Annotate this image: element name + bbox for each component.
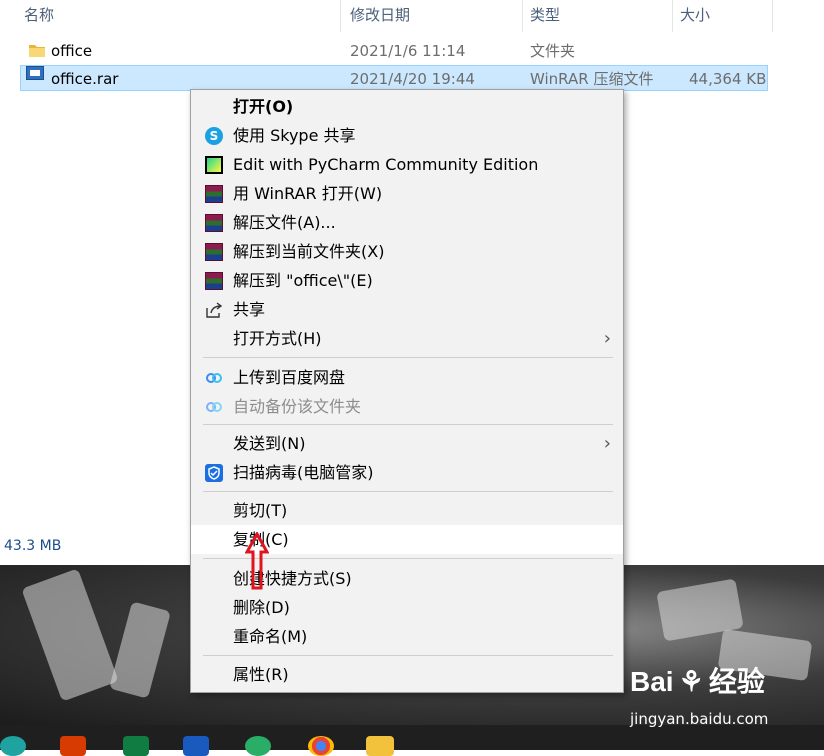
- menu-item-skype-share[interactable]: S 使用 Skype 共享: [191, 121, 623, 150]
- file-modified: 2021/1/6 11:14: [350, 42, 466, 60]
- menu-item-label: 解压文件(A)...: [233, 213, 336, 232]
- chevron-right-icon: ›: [603, 433, 611, 454]
- chevron-right-icon: ›: [603, 328, 611, 349]
- file-name: office: [51, 42, 93, 60]
- chrome-icon[interactable]: [308, 736, 334, 756]
- watermark-brand-2: 经验: [708, 666, 765, 697]
- rar-file-icon: [26, 66, 44, 80]
- menu-item-label: 打开方式(H): [233, 329, 322, 348]
- menu-item-upload-baidu[interactable]: 上传到百度网盘: [191, 363, 623, 392]
- menu-item-label: 用 WinRAR 打开(W): [233, 184, 383, 203]
- file-type: 文件夹: [530, 42, 576, 60]
- winrar-icon: [205, 214, 223, 232]
- menu-item-label: 解压到 "office\"(E): [233, 271, 373, 290]
- menu-item-open-with[interactable]: 打开方式(H) ›: [191, 324, 623, 353]
- menu-item-label: 解压到当前文件夹(X): [233, 242, 385, 261]
- skype-icon: S: [205, 127, 223, 145]
- file-size: 44,364 KB: [689, 70, 767, 88]
- menu-item-share[interactable]: 共享: [191, 295, 623, 324]
- menu-separator: [203, 655, 613, 656]
- shield-icon: [205, 464, 223, 482]
- menu-item-label: 使用 Skype 共享: [233, 126, 356, 145]
- column-modified[interactable]: 修改日期: [350, 0, 410, 30]
- red-up-arrow-icon: [245, 532, 269, 590]
- pycharm-icon: [205, 156, 223, 174]
- menu-item-open[interactable]: 打开(O): [191, 92, 623, 121]
- wechat-icon[interactable]: [245, 736, 271, 756]
- menu-item-cut[interactable]: 剪切(T): [191, 496, 623, 525]
- winrar-icon: [205, 185, 223, 203]
- folder-icon: [29, 45, 45, 57]
- file-row-office-folder[interactable]: office 2021/1/6 11:14 文件夹: [20, 38, 768, 64]
- menu-item-winrar-open[interactable]: 用 WinRAR 打开(W): [191, 179, 623, 208]
- menu-item-label: 属性(R): [233, 665, 289, 684]
- menu-item-delete[interactable]: 删除(D): [191, 593, 623, 622]
- office-icon[interactable]: [60, 736, 86, 756]
- menu-item-label: 重命名(M): [233, 627, 308, 646]
- menu-separator: [203, 424, 613, 425]
- menu-item-label: 打开(O): [233, 97, 294, 116]
- column-size[interactable]: 大小: [680, 0, 710, 30]
- menu-item-label: Edit with PyCharm Community Edition: [233, 155, 539, 174]
- menu-item-properties[interactable]: 属性(R): [191, 660, 623, 689]
- baidu-netdisk-icon: [206, 402, 222, 412]
- share-icon: [206, 302, 223, 318]
- column-name[interactable]: 名称: [24, 0, 54, 30]
- menu-item-extract-here[interactable]: 解压到当前文件夹(X): [191, 237, 623, 266]
- file-name: office.rar: [51, 70, 119, 88]
- watermark-brand: Bai: [630, 666, 674, 697]
- menu-item-label: 发送到(N): [233, 434, 306, 453]
- menu-item-label: 扫描病毒(电脑管家): [233, 463, 374, 482]
- context-menu: 打开(O) S 使用 Skype 共享 Edit with PyCharm Co…: [190, 89, 624, 693]
- column-header: 名称 修改日期 类型 大小: [0, 0, 824, 32]
- column-type[interactable]: 类型: [530, 0, 560, 30]
- baidu-netdisk-icon: [206, 373, 222, 383]
- menu-item-pycharm[interactable]: Edit with PyCharm Community Edition: [191, 150, 623, 179]
- menu-separator: [203, 357, 613, 358]
- menu-item-label: 共享: [233, 300, 266, 319]
- status-selection-size: 43.3 MB: [4, 538, 62, 554]
- file-explorer-taskbar-icon[interactable]: [366, 736, 394, 756]
- edge-icon[interactable]: [0, 736, 26, 756]
- menu-item-label: 上传到百度网盘: [233, 368, 346, 387]
- paw-icon: ⚘: [678, 666, 704, 697]
- menu-item-label: 删除(D): [233, 598, 290, 617]
- menu-separator: [203, 491, 613, 492]
- menu-item-extract-files[interactable]: 解压文件(A)...: [191, 208, 623, 237]
- column-divider[interactable]: [772, 0, 773, 32]
- winrar-icon: [205, 272, 223, 290]
- excel-icon[interactable]: [123, 736, 149, 756]
- menu-item-auto-backup[interactable]: 自动备份该文件夹: [191, 392, 623, 421]
- baidu-jingyan-watermark: Bai ⚘ 经验 jingyan.baidu.com: [630, 660, 768, 728]
- menu-item-label: 剪切(T): [233, 501, 288, 520]
- column-divider[interactable]: [522, 0, 523, 32]
- column-divider[interactable]: [340, 0, 341, 32]
- winrar-icon: [205, 243, 223, 261]
- menu-item-label: 自动备份该文件夹: [233, 397, 362, 416]
- menu-item-send-to[interactable]: 发送到(N) ›: [191, 429, 623, 458]
- menu-item-rename[interactable]: 重命名(M): [191, 622, 623, 651]
- file-row-office-rar[interactable]: office.rar 2021/4/20 19:44 WinRAR 压缩文件 4…: [20, 65, 768, 91]
- watermark-url: jingyan.baidu.com: [630, 710, 769, 728]
- column-divider[interactable]: [672, 0, 673, 32]
- menu-item-extract-to[interactable]: 解压到 "office\"(E): [191, 266, 623, 295]
- menu-item-scan-virus[interactable]: 扫描病毒(电脑管家): [191, 458, 623, 487]
- word-icon[interactable]: [183, 736, 209, 756]
